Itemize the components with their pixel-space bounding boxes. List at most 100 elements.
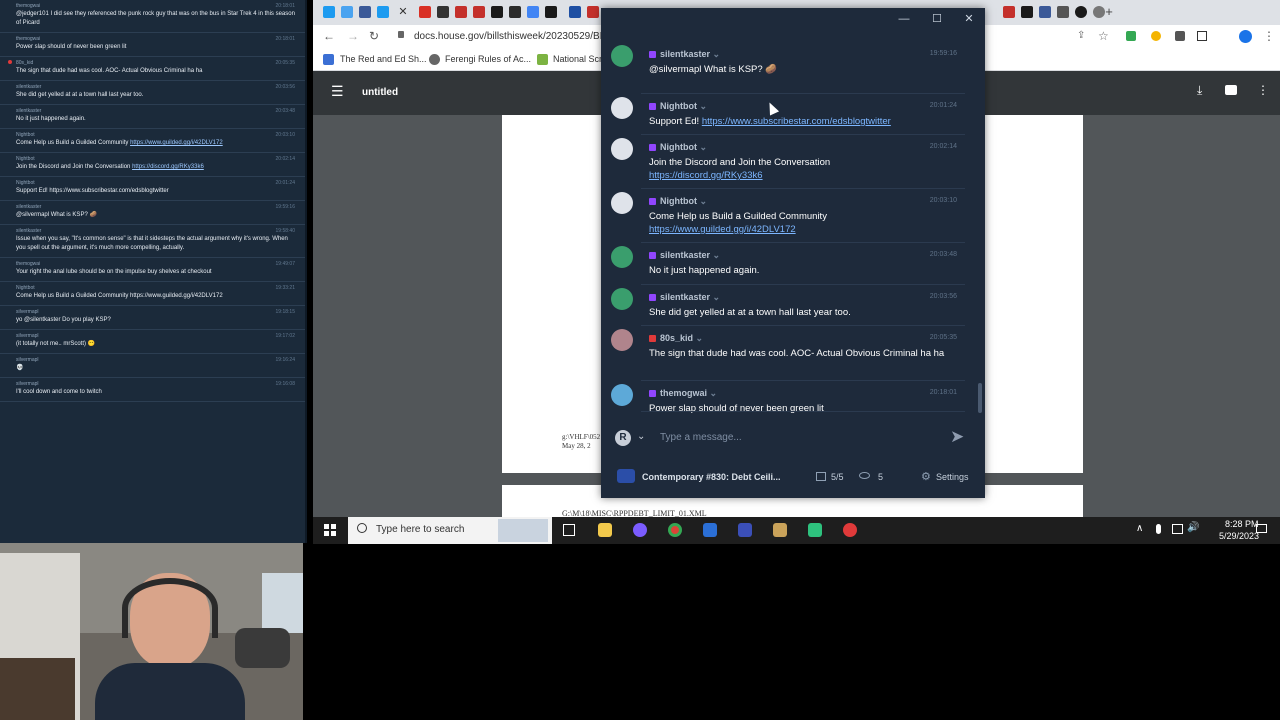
tab-icon[interactable] — [323, 6, 335, 18]
taskbar-app-icon[interactable] — [843, 523, 857, 537]
chevron-down-icon[interactable]: ⌄ — [697, 142, 707, 152]
extensions-puzzle-icon[interactable] — [1175, 31, 1185, 41]
chevron-down-icon[interactable]: ⌄ — [637, 431, 645, 442]
tab-icon[interactable] — [377, 6, 389, 18]
chevron-up-icon[interactable]: ∧ — [1136, 523, 1143, 534]
chat-username[interactable]: silentkaster ⌄ — [649, 292, 720, 303]
message-input[interactable]: Type a message... — [660, 432, 930, 443]
chevron-down-icon[interactable]: ⌄ — [697, 196, 707, 206]
star-icon[interactable]: ☆ — [1098, 29, 1109, 43]
task-view-icon[interactable] — [563, 524, 575, 536]
close-icon[interactable]: ✕ — [960, 11, 978, 27]
extension-icon[interactable] — [1126, 31, 1136, 41]
chevron-down-icon[interactable]: ⌄ — [693, 333, 704, 343]
profile-avatar[interactable] — [1239, 30, 1252, 43]
send-icon[interactable]: ➤ — [950, 427, 964, 447]
tab-icon[interactable] — [509, 6, 521, 18]
tab-icon[interactable] — [437, 6, 449, 18]
stream-title[interactable]: Contemporary #830: Debt Ceili... — [642, 472, 781, 482]
chat-link[interactable]: https://www.guilded.gg/i/42DLV172 — [649, 224, 796, 235]
tab-icon[interactable] — [1075, 6, 1087, 18]
sidepanel-icon[interactable] — [1197, 31, 1207, 41]
taskbar-search[interactable]: Type here to search — [348, 517, 552, 544]
more-icon[interactable]: ⋮ — [1263, 29, 1275, 43]
extension-icon[interactable] — [1151, 31, 1161, 41]
back-icon[interactable]: ← — [323, 29, 335, 43]
tab-icon[interactable] — [569, 6, 581, 18]
taskbar-app-icon[interactable] — [703, 523, 717, 537]
user-avatar[interactable] — [611, 246, 633, 268]
tab-icon[interactable] — [1021, 6, 1033, 18]
new-tab-icon[interactable]: + — [1103, 5, 1115, 18]
bookmark-item[interactable]: National Scra — [553, 54, 607, 64]
user-avatar[interactable] — [611, 97, 633, 119]
tab-icon[interactable] — [341, 6, 353, 18]
chrome-icon[interactable] — [668, 523, 682, 537]
left-chat-link[interactable]: https://discord.gg/RKy33k6 — [132, 164, 204, 170]
reload-icon[interactable]: ↻ — [369, 29, 379, 43]
tab-icon[interactable] — [491, 6, 503, 18]
clock-time[interactable]: 8:28 PM — [1225, 519, 1259, 529]
chat-username[interactable]: 80s_kid ⌄ — [649, 333, 703, 344]
url-field[interactable]: docs.house.gov/billsthisweek/20230529/BI — [414, 31, 602, 42]
left-chat-message: silvermapl 19:16:08 I'll cool down and com… — [0, 378, 305, 402]
user-avatar[interactable] — [611, 45, 633, 67]
chat-username[interactable]: Nightbot ⌄ — [649, 142, 707, 153]
chat-username[interactable]: Nightbot ⌄ — [649, 196, 707, 207]
tab-icon[interactable] — [1039, 6, 1051, 18]
minimize-icon[interactable]: — — [895, 11, 913, 27]
chat-username[interactable]: silentkaster ⌄ — [649, 250, 720, 261]
tab-icon[interactable] — [473, 6, 485, 18]
notification-icon[interactable] — [1256, 524, 1267, 533]
taskbar-app-icon[interactable] — [773, 523, 787, 537]
left-chat-message: silvermapl 19:17:02 (it totally not me.. m… — [0, 330, 305, 354]
more-icon[interactable]: ⋮ — [1257, 83, 1269, 97]
scrollbar-thumb[interactable] — [978, 383, 982, 413]
gear-icon[interactable]: ⚙ — [921, 470, 931, 483]
taskbar-app-icon[interactable] — [633, 523, 647, 537]
taskbar-app-icon[interactable] — [738, 523, 752, 537]
chevron-down-icon[interactable]: ⌄ — [710, 292, 721, 302]
file-explorer-icon[interactable] — [598, 523, 612, 537]
taskbar-app-icon[interactable] — [808, 523, 822, 537]
print-icon[interactable] — [1225, 85, 1237, 95]
chat-username[interactable]: themogwai ⌄ — [649, 388, 717, 399]
forward-icon[interactable]: → — [347, 29, 359, 43]
user-avatar[interactable] — [611, 384, 633, 406]
chat-link[interactable]: https://www.subscribestar.com/edsblogtwi… — [702, 116, 891, 127]
settings-button[interactable]: Settings — [936, 472, 969, 482]
tab-icon[interactable] — [359, 6, 371, 18]
user-avatar[interactable] — [611, 192, 633, 214]
windows-start-icon[interactable] — [324, 524, 336, 536]
menu-icon[interactable]: ☰ — [331, 83, 344, 100]
tab-icon[interactable] — [1057, 6, 1069, 18]
chat-username[interactable]: Nightbot ⌄ — [649, 101, 707, 112]
download-icon[interactable]: ⤓ — [1197, 83, 1202, 98]
tab-icon[interactable] — [419, 6, 431, 18]
close-icon[interactable]: ✕ — [397, 6, 409, 18]
user-avatar[interactable] — [611, 288, 633, 310]
chat-link[interactable]: https://discord.gg/RKy33k6 — [649, 170, 763, 181]
clock-date[interactable]: 5/29/2023 — [1219, 531, 1259, 541]
bookmark-item[interactable]: The Red and Ed Sh... — [340, 54, 427, 64]
tab-icon[interactable] — [527, 6, 539, 18]
tab-icon[interactable] — [455, 6, 467, 18]
user-avatar[interactable] — [611, 138, 633, 160]
chat-username[interactable]: silentkaster ⌄ — [649, 49, 720, 60]
maximize-icon[interactable]: ☐ — [928, 11, 946, 27]
tab-icon[interactable] — [545, 6, 557, 18]
tab-icon[interactable] — [1003, 6, 1015, 18]
bookmark-item[interactable]: Ferengi Rules of Ac... — [445, 54, 531, 64]
volume-icon[interactable]: 🔊 — [1187, 522, 1199, 533]
tab-icon[interactable] — [587, 6, 599, 18]
user-avatar[interactable] — [611, 329, 633, 351]
chevron-down-icon[interactable]: ⌄ — [707, 388, 718, 398]
account-avatar[interactable]: R — [615, 430, 631, 446]
chevron-down-icon[interactable]: ⌄ — [710, 250, 721, 260]
chevron-down-icon[interactable]: ⌄ — [710, 49, 721, 59]
network-icon[interactable] — [1172, 524, 1183, 534]
microphone-icon[interactable] — [1156, 524, 1161, 534]
share-icon[interactable]: ⇪ — [1077, 30, 1085, 41]
left-chat-link[interactable]: https://www.guilded.gg/i/42DLV172 — [130, 140, 223, 146]
chevron-down-icon[interactable]: ⌄ — [697, 101, 707, 111]
